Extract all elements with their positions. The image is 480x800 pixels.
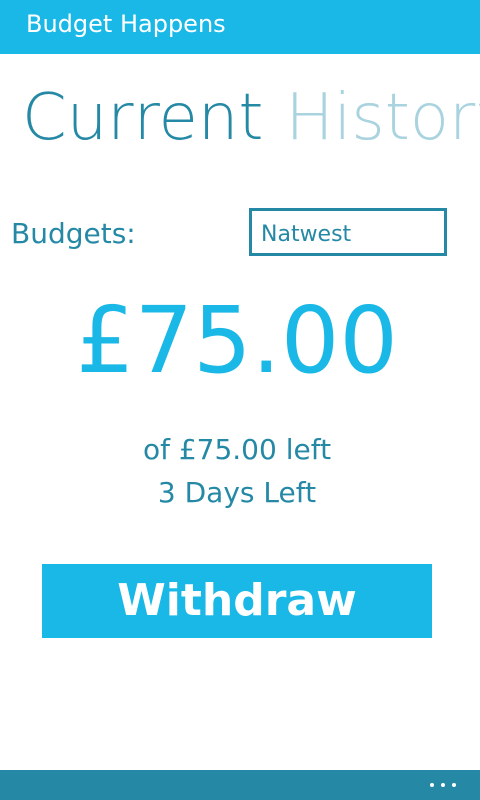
withdraw-button[interactable]: Withdraw: [42, 564, 432, 638]
days-left: 3 Days Left: [157, 476, 317, 509]
app-bar: [0, 770, 480, 800]
budgets-label: Budgets:: [11, 217, 136, 250]
app-title: Budget Happens: [26, 10, 226, 38]
of-total-left: of £75.00 left: [142, 433, 332, 466]
budget-select[interactable]: Natwest: [249, 208, 447, 256]
remaining-amount: £75.00: [76, 287, 398, 394]
tab-current[interactable]: Current: [22, 81, 264, 155]
ellipsis-icon[interactable]: [428, 780, 458, 790]
pivot-tabs: Current History: [22, 78, 480, 158]
tab-history[interactable]: History: [286, 81, 480, 155]
budget-select-value: Natwest: [261, 222, 352, 247]
app-titlebar: Budget Happens: [0, 0, 480, 54]
